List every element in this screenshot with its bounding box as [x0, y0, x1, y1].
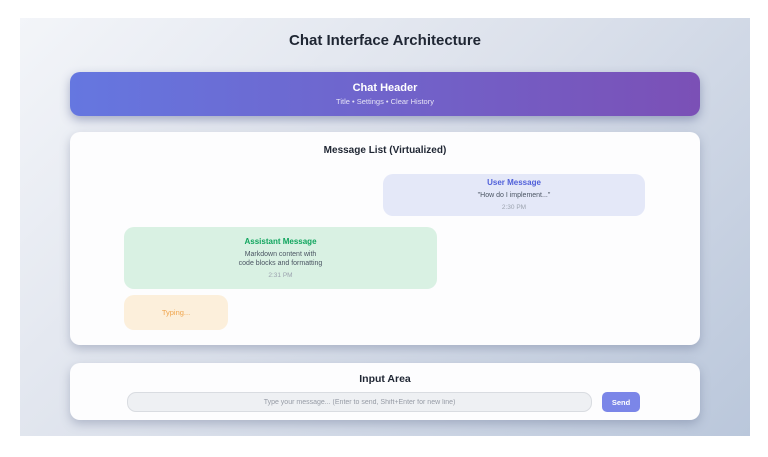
message-list-panel: Message List (Virtualized) User Message … — [70, 132, 700, 345]
typing-indicator: Typing... — [124, 295, 228, 330]
assistant-message-title: Assistant Message — [244, 237, 316, 247]
input-row: Send — [127, 392, 640, 412]
chat-header-title: Chat Header — [353, 82, 418, 94]
user-message-title: User Message — [487, 178, 541, 188]
user-message-body: "How do I implement..." — [478, 191, 551, 201]
assistant-message-bubble: Assistant Message Markdown content with … — [124, 227, 437, 289]
chat-header-subtitle: Title • Settings • Clear History — [336, 97, 434, 106]
assistant-message-time: 2:31 PM — [268, 272, 292, 280]
typing-indicator-label: Typing... — [162, 308, 190, 317]
assistant-message-body: Markdown content with code blocks and fo… — [239, 250, 323, 269]
message-list-title: Message List (Virtualized) — [70, 132, 700, 157]
page-title: Chat Interface Architecture — [20, 18, 750, 50]
user-message-bubble: User Message "How do I implement..." 2:3… — [383, 174, 645, 216]
assistant-message-body-line: Markdown content with — [239, 250, 323, 260]
assistant-message-body-line: code blocks and formatting — [239, 259, 323, 269]
input-area-panel: Input Area Send — [70, 363, 700, 420]
app-container: Chat Interface Architecture Chat Header … — [20, 18, 750, 436]
chat-header-bar: Chat Header Title • Settings • Clear His… — [70, 72, 700, 116]
user-message-time: 2:30 PM — [502, 204, 526, 212]
message-input[interactable] — [127, 392, 592, 412]
send-button[interactable]: Send — [602, 392, 640, 412]
input-area-title: Input Area — [70, 363, 700, 385]
page-background: Chat Interface Architecture Chat Header … — [0, 0, 768, 457]
